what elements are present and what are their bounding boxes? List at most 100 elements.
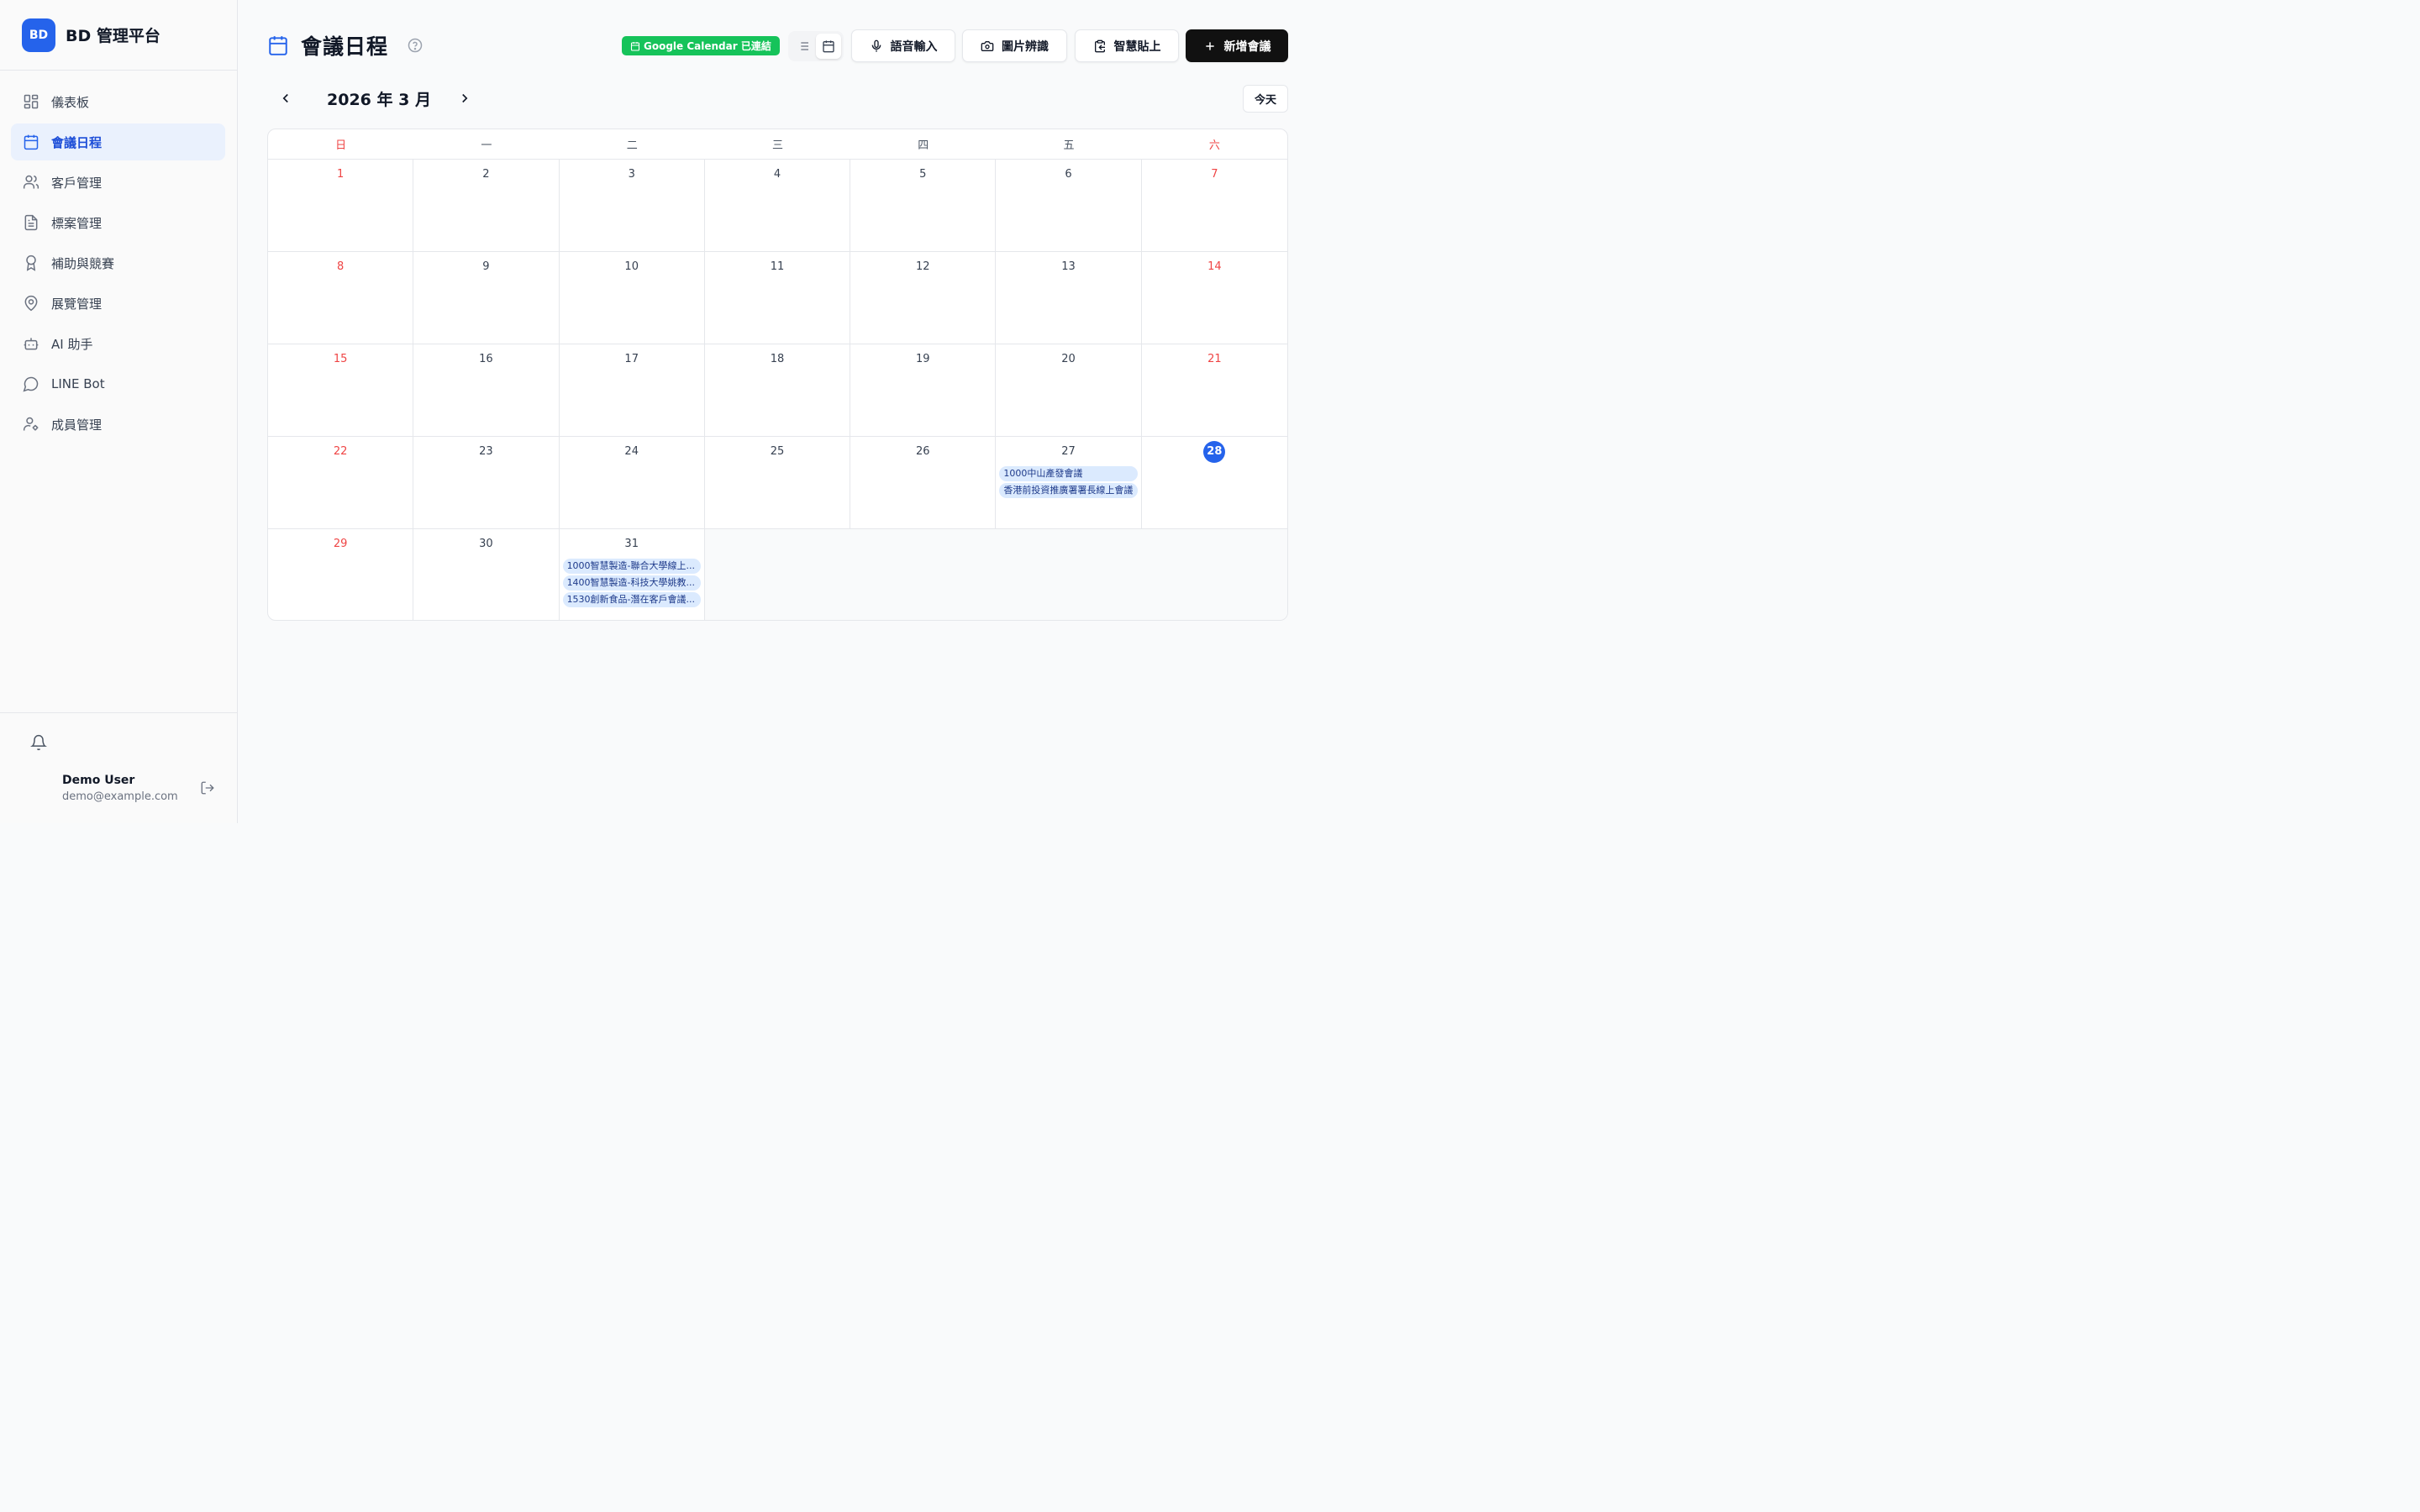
voice-input-button[interactable]: 語音輸入 <box>851 29 955 62</box>
month-calendar: 日 一 二 三 四 五 六 1 2 3 4 5 6 7 8 9 10 11 12 13 14 15 16 17 1… <box>267 129 1288 621</box>
calendar-day-cell[interactable]: 4 <box>704 160 851 252</box>
day-number: 26 <box>916 445 930 458</box>
add-meeting-label: 新增會議 <box>1223 39 1271 53</box>
brand[interactable]: BD BD 管理平台 <box>0 0 237 71</box>
day-number: 4 <box>773 168 781 181</box>
day-number: 15 <box>333 353 348 365</box>
calendar-day-cell[interactable]: 8 <box>268 252 414 344</box>
sidebar-nav: 儀表板 會議日程 客戶管理 標案管理 補助與競賽 展覽管理 AI 助手 LINE… <box>0 71 237 443</box>
event-chip[interactable]: 1400智慧製造-科技大學姚教... <box>562 575 701 591</box>
day-number: 16 <box>479 353 493 365</box>
user-name: Demo User <box>62 774 135 787</box>
calendar-icon <box>267 34 289 56</box>
help-icon[interactable] <box>407 37 424 54</box>
calendar-view-icon[interactable] <box>816 34 841 59</box>
event-chip[interactable]: 1000中山產發會議 <box>999 466 1138 481</box>
map-pin-icon <box>22 294 40 312</box>
day-number: 28 <box>1203 441 1226 463</box>
prev-month-button[interactable] <box>277 90 294 107</box>
calendar-day-cell[interactable]: 30 <box>413 529 560 620</box>
calendar-day-cell[interactable]: 2 <box>413 160 560 252</box>
calendar-day-cell[interactable]: 1 <box>268 160 414 252</box>
logout-icon[interactable] <box>198 779 217 797</box>
user-settings-icon <box>22 415 40 433</box>
image-recognition-button[interactable]: 圖片辨識 <box>962 29 1067 62</box>
weekday-label: 一 <box>481 139 492 152</box>
sidebar-item-tenders[interactable]: 標案管理 <box>11 204 225 241</box>
chat-bubble-icon <box>22 375 40 393</box>
calendar-day-cell[interactable]: 28 <box>1141 437 1287 529</box>
calendar-day-cell[interactable]: 19 <box>850 344 997 437</box>
day-number: 18 <box>770 353 785 365</box>
today-button[interactable]: 今天 <box>1243 85 1288 113</box>
calendar-day-cell[interactable]: 11 <box>704 252 851 344</box>
sidebar-item-line-bot[interactable]: LINE Bot <box>11 365 225 402</box>
day-number: 13 <box>1061 260 1076 273</box>
sidebar-item-grants[interactable]: 補助與競賽 <box>11 244 225 281</box>
sidebar-item-exhibitions[interactable]: 展覽管理 <box>11 285 225 322</box>
calendar-day-cell[interactable]: 16 <box>413 344 560 437</box>
calendar-day-cell <box>1141 529 1287 620</box>
calendar-day-cell[interactable]: 15 <box>268 344 414 437</box>
calendar-day-cell[interactable]: 3 <box>559 160 705 252</box>
calendar-day-cell[interactable]: 13 <box>996 252 1142 344</box>
smart-paste-label: 智慧貼上 <box>1113 39 1161 53</box>
day-number: 29 <box>333 538 348 550</box>
image-recognition-label: 圖片辨識 <box>1002 39 1049 53</box>
calendar-day-cell[interactable]: 12 <box>850 252 997 344</box>
microphone-icon <box>871 39 881 52</box>
document-icon <box>22 213 40 232</box>
calendar-day-cell[interactable]: 21 <box>1141 344 1287 437</box>
calendar-day-cell[interactable]: 23 <box>413 437 560 529</box>
calendar-day-cell[interactable]: 7 <box>1141 160 1287 252</box>
day-number: 10 <box>624 260 639 273</box>
sidebar-item-members[interactable]: 成員管理 <box>11 406 225 443</box>
add-meeting-button[interactable]: 新增會議 <box>1186 29 1288 62</box>
next-month-button[interactable] <box>456 90 473 107</box>
list-view-icon[interactable] <box>791 34 816 59</box>
calendar-day-cell[interactable]: 25 <box>704 437 851 529</box>
day-number: 20 <box>1061 353 1076 365</box>
calendar-day-cell[interactable]: 14 <box>1141 252 1287 344</box>
calendar-day-cell[interactable]: 29 <box>268 529 414 620</box>
day-number: 19 <box>916 353 930 365</box>
sidebar-item-meetings[interactable]: 會議日程 <box>11 123 225 160</box>
calendar-days-grid: 1 2 3 4 5 6 7 8 9 10 11 12 13 14 15 16 17 18 19 20 21 22 23 24 2… <box>268 160 1287 620</box>
event-chip[interactable]: 1000智慧製造-聯合大學線上... <box>562 559 701 574</box>
calendar-day-cell[interactable]: 9 <box>413 252 560 344</box>
weekday-label: 四 <box>918 139 929 152</box>
bell-icon[interactable] <box>28 732 50 753</box>
event-chip[interactable]: 1530創新食品-潛在客戶會議... <box>562 592 701 607</box>
weekday-label: 六 <box>1208 139 1220 152</box>
camera-icon <box>981 40 994 51</box>
calendar-day-cell[interactable]: 27 1000中山產發會議 香港前投資推廣署署長線上會議 <box>996 437 1142 529</box>
month-label: 2026 年 3 月 <box>327 91 431 109</box>
smart-paste-button[interactable]: 智慧貼上 <box>1075 29 1179 62</box>
event-chip[interactable]: 香港前投資推廣署署長線上會議 <box>999 483 1138 498</box>
calendar-icon <box>22 133 40 151</box>
calendar-day-cell[interactable]: 6 <box>996 160 1142 252</box>
calendar-day-cell[interactable]: 17 <box>559 344 705 437</box>
calendar-day-cell[interactable]: 5 <box>850 160 997 252</box>
calendar-day-cell[interactable]: 26 <box>850 437 997 529</box>
brand-name: BD 管理平台 <box>66 27 160 45</box>
plus-icon <box>1205 41 1214 50</box>
calendar-day-cell[interactable]: 10 <box>559 252 705 344</box>
day-number: 12 <box>916 260 930 273</box>
calendar-day-cell[interactable]: 31 1000智慧製造-聯合大學線上... 1400智慧製造-科技大學姚教... 15… <box>560 529 705 620</box>
day-number: 7 <box>1211 168 1218 181</box>
sidebar-item-clients[interactable]: 客戶管理 <box>11 164 225 201</box>
day-number: 17 <box>624 353 639 365</box>
calendar-day-cell <box>704 529 851 620</box>
event-list: 1000智慧製造-聯合大學線上... 1400智慧製造-科技大學姚教... 1530… <box>560 559 704 607</box>
sidebar-item-ai-assistant[interactable]: AI 助手 <box>11 325 225 362</box>
page-title: 會議日程 <box>301 34 389 59</box>
sidebar-item-label: AI 助手 <box>51 336 93 352</box>
calendar-day-cell[interactable]: 20 <box>996 344 1142 437</box>
calendar-day-cell[interactable]: 18 <box>704 344 851 437</box>
day-number: 1 <box>337 168 345 181</box>
sidebar-item-label: 補助與競賽 <box>51 255 115 271</box>
calendar-day-cell[interactable]: 24 <box>559 437 705 529</box>
sidebar-item-dashboard[interactable]: 儀表板 <box>11 83 225 120</box>
calendar-day-cell[interactable]: 22 <box>268 437 414 529</box>
